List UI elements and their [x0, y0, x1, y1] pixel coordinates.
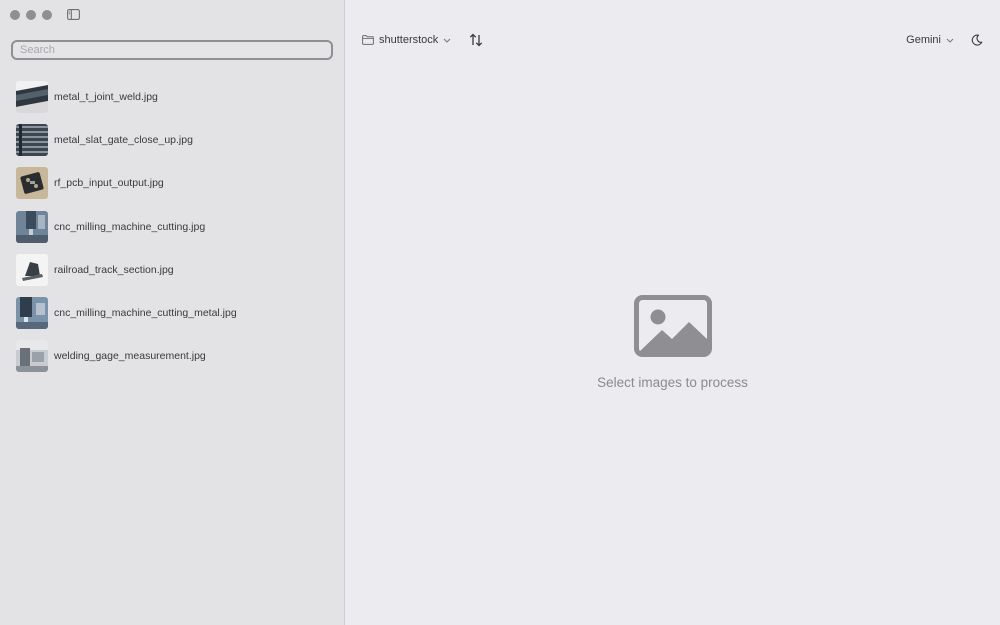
search-input[interactable] — [20, 44, 331, 56]
toolbar: shutterstock Gemini — [345, 30, 1000, 52]
file-name: rf_pcb_input_output.jpg — [54, 177, 164, 190]
file-list-item[interactable]: welding_gage_measurement.jpg — [0, 335, 344, 378]
file-thumbnail — [16, 253, 48, 286]
file-name: metal_slat_gate_close_up.jpg — [54, 133, 193, 146]
file-name: welding_gage_measurement.jpg — [54, 350, 206, 363]
file-name: cnc_milling_machine_cutting_metal.jpg — [54, 307, 237, 320]
file-thumbnail — [16, 123, 48, 156]
traffic-lights — [10, 10, 52, 20]
close-window-button[interactable] — [10, 10, 20, 20]
folder-selector-button[interactable]: shutterstock — [362, 34, 451, 46]
folder-label: shutterstock — [379, 34, 439, 46]
file-thumbnail — [16, 210, 48, 243]
file-list-item[interactable]: cnc_milling_machine_cutting.jpg — [0, 205, 344, 248]
search-field[interactable] — [11, 40, 333, 60]
main-panel: shutterstock Gemini Select images to pro… — [345, 0, 1000, 625]
file-list-item[interactable]: metal_slat_gate_close_up.jpg — [0, 118, 344, 161]
empty-state-text: Select images to process — [597, 375, 748, 390]
sidebar: metal_t_joint_weld.jpg meta — [0, 0, 345, 625]
image-placeholder-icon — [633, 295, 712, 357]
file-thumbnail — [16, 80, 48, 113]
file-list-item[interactable]: rf_pcb_input_output.jpg — [0, 162, 344, 205]
sort-arrows-icon[interactable] — [469, 33, 483, 47]
file-list-item[interactable]: railroad_track_section.jpg — [0, 248, 344, 291]
file-list: metal_t_joint_weld.jpg metal_slat_gate_c… — [0, 75, 344, 378]
model-selector-button[interactable]: Gemini — [906, 34, 954, 46]
file-thumbnail — [16, 297, 48, 330]
app-window: metal_t_joint_weld.jpg meta — [0, 0, 1000, 625]
file-thumbnail — [16, 167, 48, 200]
file-list-item[interactable]: cnc_milling_machine_cutting_metal.jpg — [0, 291, 344, 334]
file-thumbnail — [16, 340, 48, 373]
zoom-window-button[interactable] — [42, 10, 52, 20]
file-name: metal_t_joint_weld.jpg — [54, 90, 158, 103]
empty-state: Select images to process — [345, 295, 1000, 390]
model-label: Gemini — [906, 34, 941, 46]
file-name: cnc_milling_machine_cutting.jpg — [54, 220, 206, 233]
sidebar-toggle-icon[interactable] — [67, 9, 80, 20]
minimize-window-button[interactable] — [26, 10, 36, 20]
chevron-down-icon — [946, 38, 954, 43]
folder-icon — [362, 35, 374, 45]
file-name: railroad_track_section.jpg — [54, 263, 174, 276]
chevron-down-icon — [443, 38, 451, 43]
file-list-item[interactable]: metal_t_joint_weld.jpg — [0, 75, 344, 118]
moon-icon[interactable] — [971, 34, 983, 46]
